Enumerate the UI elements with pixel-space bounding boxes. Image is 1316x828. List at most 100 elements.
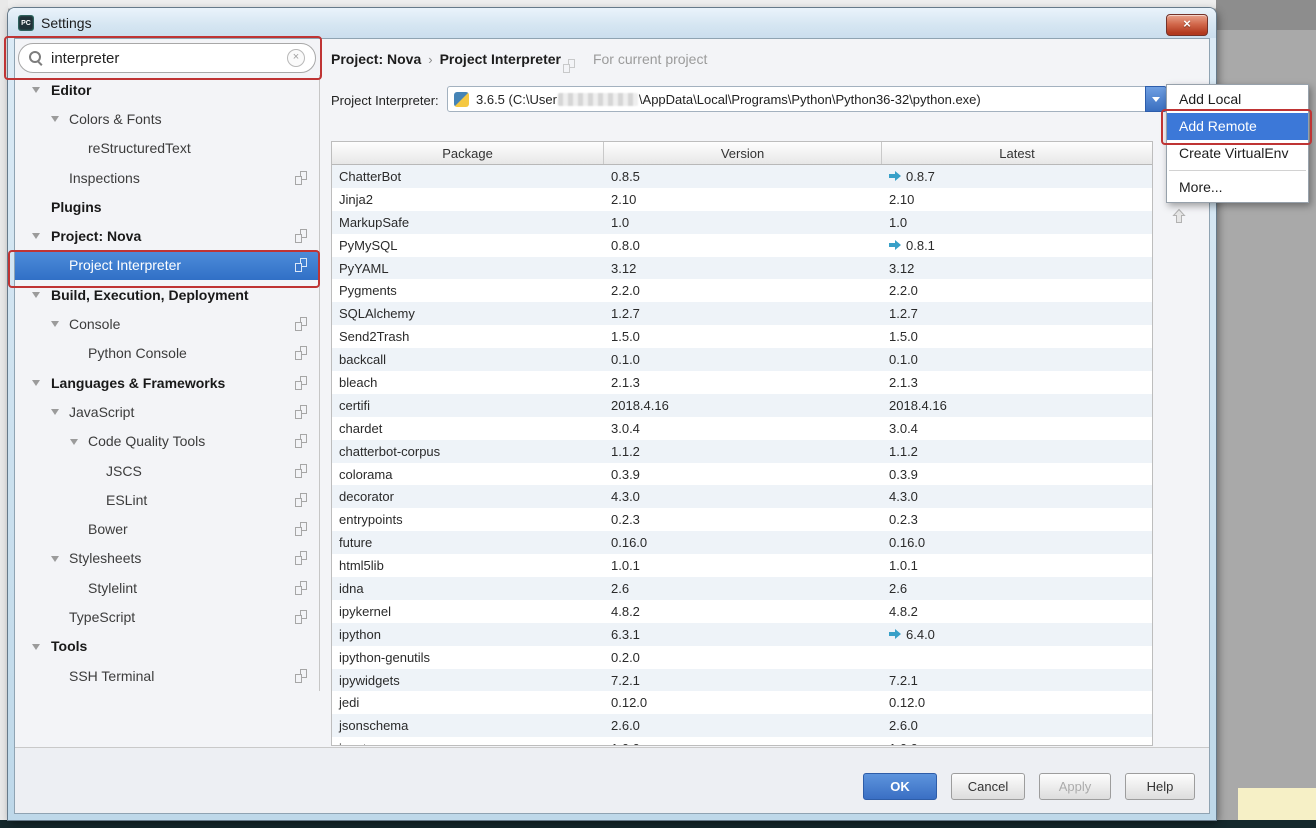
- desktop-background-right-top: [1216, 0, 1316, 30]
- package-name: SQLAlchemy: [339, 306, 415, 322]
- sidebar-item-python-console[interactable]: Python Console: [15, 339, 319, 368]
- tree-expand-icon[interactable]: [32, 292, 40, 299]
- sidebar-item-project-interpreter[interactable]: Project Interpreter: [15, 250, 319, 281]
- package-row-idna[interactable]: idna 2.6 2.6: [332, 577, 1152, 600]
- tree-expand-icon[interactable]: [51, 555, 59, 562]
- package-row-sqlalchemy[interactable]: SQLAlchemy 1.2.7 1.2.7: [332, 302, 1152, 326]
- menu-item-add-remote[interactable]: Add Remote: [1167, 113, 1308, 140]
- sidebar-item-javascript[interactable]: JavaScript: [15, 397, 319, 426]
- close-button[interactable]: ×: [1166, 14, 1208, 36]
- column-header-version[interactable]: Version: [604, 142, 882, 164]
- package-version: 0.16.0: [611, 535, 648, 551]
- sidebar-item-label: reStructuredText: [88, 140, 191, 157]
- tree-expand-icon[interactable]: [70, 438, 78, 445]
- package-row-bleach[interactable]: bleach 2.1.3 2.1.3: [332, 371, 1152, 394]
- package-row-decorator[interactable]: decorator 4.3.0 4.3.0: [332, 485, 1152, 509]
- tree-expand-icon[interactable]: [51, 409, 59, 416]
- package-row-ipywidgets[interactable]: ipywidgets 7.2.1 7.2.1: [332, 668, 1152, 692]
- tree-expand-icon[interactable]: [32, 643, 40, 650]
- tree-expand-icon[interactable]: [51, 321, 59, 328]
- up-arrow-icon: [1172, 208, 1186, 223]
- package-row-colorama[interactable]: colorama 0.3.9 0.3.9: [332, 463, 1152, 486]
- copy-icon: [295, 258, 307, 273]
- tree-expand-icon[interactable]: [51, 116, 59, 123]
- breadcrumb-project[interactable]: Project: Nova: [331, 51, 421, 67]
- sidebar-item-console[interactable]: Console: [15, 309, 319, 338]
- sidebar-item-build-execution-deployment[interactable]: Build, Execution, Deployment: [15, 280, 319, 309]
- package-row-jsonschema[interactable]: jsonschema 2.6.0 2.6.0: [332, 714, 1152, 738]
- interpreter-dropdown-icon[interactable]: [1145, 86, 1167, 112]
- sidebar-item-stylelint[interactable]: Stylelint: [15, 573, 319, 602]
- sidebar-item-label: Stylesheets: [69, 550, 142, 567]
- package-row-jupyter[interactable]: jupyter1.0.01.0.0: [332, 737, 1152, 745]
- latest-value: 2.1.3: [889, 374, 918, 390]
- package-row-pyyaml[interactable]: PyYAML 3.12 3.12: [332, 256, 1152, 280]
- package-row-markupsafe[interactable]: MarkupSafe 1.0 1.0: [332, 210, 1152, 234]
- tree-expand-icon[interactable]: [32, 87, 40, 93]
- package-row-ipykernel[interactable]: ipykernel 4.8.2 4.8.2: [332, 600, 1152, 623]
- package-latest: 4.8.2: [882, 604, 1152, 619]
- package-row-jinja2[interactable]: Jinja2 2.10 2.10: [332, 188, 1152, 211]
- package-row-certifi[interactable]: certifi 2018.4.16 2018.4.16: [332, 393, 1152, 417]
- menu-item-more[interactable]: More...: [1167, 174, 1308, 201]
- apply-button[interactable]: Apply: [1039, 773, 1111, 800]
- package-row-chatterbot-corpus[interactable]: chatterbot-corpus 1.1.2 1.1.2: [332, 439, 1152, 463]
- sidebar-item-languages-frameworks[interactable]: Languages & Frameworks: [15, 368, 319, 397]
- sidebar-item-eslint[interactable]: ESLint: [15, 485, 319, 514]
- sidebar-item-typescript[interactable]: TypeScript: [15, 602, 319, 631]
- column-header-latest[interactable]: Latest: [882, 142, 1152, 164]
- titlebar[interactable]: PC Settings ×: [8, 8, 1216, 38]
- package-row-pymysql[interactable]: PyMySQL 0.8.0 0.8.1: [332, 234, 1152, 257]
- tree-expand-icon[interactable]: [32, 233, 40, 240]
- package-row-pygments[interactable]: Pygments 2.2.0 2.2.0: [332, 279, 1152, 302]
- upgrade-packages-button[interactable]: [1167, 204, 1191, 228]
- sidebar-item-ssh-terminal[interactable]: SSH Terminal: [15, 661, 319, 690]
- package-row-chardet[interactable]: chardet 3.0.4 3.0.4: [332, 417, 1152, 440]
- menu-item-add-local[interactable]: Add Local: [1167, 86, 1308, 113]
- sidebar-item-inspections[interactable]: Inspections: [15, 163, 319, 192]
- package-row-jedi[interactable]: jedi 0.12.0 0.12.0: [332, 691, 1152, 714]
- package-latest: 1.0: [882, 215, 1152, 230]
- package-version: 2.10: [611, 191, 637, 207]
- sidebar-item-code-quality-tools[interactable]: Code Quality Tools: [15, 427, 319, 456]
- package-latest: 3.12: [882, 261, 1152, 276]
- sidebar-item-plugins[interactable]: Plugins: [15, 192, 319, 221]
- package-row-ipython[interactable]: ipython 6.3.1 6.4.0: [332, 622, 1152, 646]
- package-version: 1.2.7: [611, 306, 640, 322]
- tree-expand-icon[interactable]: [32, 379, 40, 386]
- ok-button[interactable]: OK: [863, 773, 937, 800]
- package-name: ipywidgets: [339, 672, 400, 688]
- package-row-chatterbot[interactable]: ChatterBot 0.8.5 0.8.7: [332, 165, 1152, 188]
- menu-item-create-virtualenv[interactable]: Create VirtualEnv: [1167, 140, 1308, 167]
- package-latest: 2.6.0: [882, 718, 1152, 733]
- clear-search-icon[interactable]: ×: [287, 49, 305, 67]
- interpreter-select[interactable]: 3.6.5 (C:\User \AppData\Local\Programs\P…: [447, 86, 1167, 112]
- sidebar-item-tools[interactable]: Tools: [15, 632, 319, 661]
- cancel-button[interactable]: Cancel: [951, 773, 1025, 800]
- desktop-background-left: [0, 0, 8, 820]
- package-row-html5lib[interactable]: html5lib 1.0.1 1.0.1: [332, 554, 1152, 577]
- package-version: 4.3.0: [611, 489, 640, 505]
- package-row-ipython-genutils[interactable]: ipython-genutils 0.2.0: [332, 646, 1152, 669]
- package-name: Pygments: [339, 283, 397, 299]
- column-header-package[interactable]: Package: [332, 142, 604, 164]
- sidebar-item-project-nova[interactable]: Project: Nova: [15, 221, 319, 250]
- package-name: bleach: [339, 374, 378, 390]
- sidebar-item-label: Inspections: [69, 169, 140, 186]
- search-input[interactable]: interpreter ×: [18, 43, 316, 73]
- sidebar-item-label: Bower: [88, 521, 128, 538]
- sidebar-item-stylesheets[interactable]: Stylesheets: [15, 544, 319, 573]
- package-latest: 2.1.3: [882, 375, 1152, 390]
- package-row-send2trash[interactable]: Send2Trash 1.5.0 1.5.0: [332, 325, 1152, 348]
- package-row-future[interactable]: future 0.16.0 0.16.0: [332, 531, 1152, 555]
- sidebar-item-bower[interactable]: Bower: [15, 514, 319, 543]
- latest-value: 4.3.0: [889, 489, 918, 505]
- package-row-backcall[interactable]: backcall 0.1.0 0.1.0: [332, 348, 1152, 372]
- sidebar-item-restructuredtext[interactable]: reStructuredText: [15, 134, 319, 163]
- package-row-entrypoints[interactable]: entrypoints 0.2.3 0.2.3: [332, 508, 1152, 531]
- sidebar-item-colors-fonts[interactable]: Colors & Fonts: [15, 104, 319, 133]
- latest-value: 0.1.0: [889, 352, 918, 368]
- help-button[interactable]: Help: [1125, 773, 1195, 800]
- sidebar-item-editor[interactable]: Editor: [15, 75, 319, 104]
- sidebar-item-jscs[interactable]: JSCS: [15, 456, 319, 485]
